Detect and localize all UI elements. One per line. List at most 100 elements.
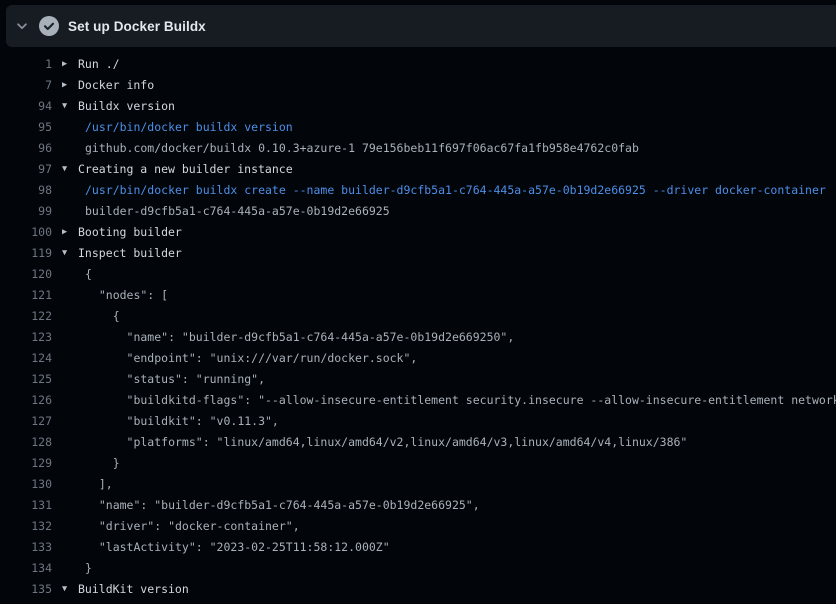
step-header[interactable]: Set up Docker Buildx [6,5,836,47]
arrow-spacer [62,201,78,222]
log-line-number[interactable]: 125 [0,369,52,390]
log-line-text: "name": "builder-d9cfb5a1-c764-445a-a57e… [78,495,836,516]
arrow-spacer [62,306,78,327]
log-row: 126 "buildkitd-flags": "--allow-insecure… [0,390,836,411]
group-expanded-icon[interactable]: ▼ [62,159,78,180]
log-group-row[interactable]: 135 ▼BuildKit version [0,579,836,600]
log-line-number[interactable]: 129 [0,453,52,474]
log-row: 98/usr/bin/docker buildx create --name b… [0,180,836,201]
log-row: 133 "lastActivity": "2023-02-25T11:58:12… [0,537,836,558]
log-row: 134} [0,558,836,579]
log-line-number[interactable]: 94 [0,96,52,117]
log-line-number[interactable]: 95 [0,117,52,138]
arrow-spacer [62,369,78,390]
log-line-text: Buildx version [78,96,836,117]
log-row: 124 "endpoint": "unix:///var/run/docker.… [0,348,836,369]
log-line-text: "buildkit": "v0.11.3", [78,411,836,432]
arrow-spacer [62,390,78,411]
log-line-text: "status": "running", [78,369,836,390]
log-lines: 1▶Run ./7▶Docker info94▼Buildx version95… [0,47,836,604]
arrow-spacer [62,453,78,474]
log-line-text: Inspect builder [78,243,836,264]
group-expanded-icon[interactable]: ▼ [62,96,78,117]
log-line-text: } [78,558,836,579]
log-row: 129 } [0,453,836,474]
log-line-number[interactable]: 123 [0,327,52,348]
log-row: 127 "buildkit": "v0.11.3", [0,411,836,432]
log-line-text: builder-d9cfb5a1-c764-445a-a57e-0b19d2e6… [78,201,836,222]
log-line-text: "driver": "docker-container", [78,516,836,537]
group-collapsed-icon[interactable]: ▶ [62,75,78,96]
log-line-number[interactable]: 135 [0,579,52,600]
group-collapsed-icon[interactable]: ▶ [62,54,78,75]
log-line-text: /usr/bin/docker buildx version [78,117,836,138]
log-line-text: Booting builder [78,222,836,243]
log-line-text: Creating a new builder instance [78,159,836,180]
log-group-row[interactable]: 7 ▶Docker info [0,75,836,96]
log-line-number[interactable]: 133 [0,537,52,558]
log-line-number[interactable]: 121 [0,285,52,306]
group-expanded-icon[interactable]: ▼ [62,579,78,600]
log-line-number[interactable]: 1 [0,54,52,75]
log-line-text: "nodes": [ [78,285,836,306]
log-row: 95/usr/bin/docker buildx version [0,117,836,138]
log-row: 99 builder-d9cfb5a1-c764-445a-a57e-0b19d2… [0,201,836,222]
log-row: 122 { [0,306,836,327]
log-line-number[interactable]: 134 [0,558,52,579]
log-line-number[interactable]: 130 [0,474,52,495]
log-line-text: "platforms": "linux/amd64,linux/amd64/v2… [78,432,836,453]
log-line-number[interactable]: 97 [0,159,52,180]
log-line-number[interactable]: 127 [0,411,52,432]
arrow-spacer [62,558,78,579]
log-line-number[interactable]: 132 [0,516,52,537]
arrow-spacer [62,138,78,159]
arrow-spacer [62,180,78,201]
log-group-row[interactable]: 1▶Run ./ [0,54,836,75]
log-line-text: "lastActivity": "2023-02-25T11:58:12.000… [78,537,836,558]
log-group-row[interactable]: 94 ▼Buildx version [0,96,836,117]
log-line-text: BuildKit version [78,579,836,600]
log-line-number[interactable]: 119 [0,243,52,264]
log-row: 125 "status": "running", [0,369,836,390]
group-collapsed-icon[interactable]: ▶ [62,222,78,243]
log-row: 96github.com/docker/buildx 0.10.3+azure-… [0,138,836,159]
log-line-text: } [78,453,836,474]
log-row: 132 "driver": "docker-container", [0,516,836,537]
check-circle-icon [39,16,59,36]
log-line-number[interactable]: 99 [0,201,52,222]
log-line-number[interactable]: 7 [0,75,52,96]
arrow-spacer [62,327,78,348]
log-line-number[interactable]: 100 [0,222,52,243]
log-line-text: "buildkitd-flags": "--allow-insecure-ent… [78,390,836,411]
log-line-number[interactable]: 136 [0,600,52,604]
log-group-row[interactable]: 100 ▶Booting builder [0,222,836,243]
log-line-text: ], [78,474,836,495]
log-line-number[interactable]: 126 [0,390,52,411]
log-line-number[interactable]: 124 [0,348,52,369]
log-line-number[interactable]: 120 [0,264,52,285]
log-line-number[interactable]: 98 [0,180,52,201]
log-line-number[interactable]: 122 [0,306,52,327]
log-row: 136builder-d9cfb5a1-c764-445a-a57e-0b19d… [0,600,836,604]
log-line-text: "endpoint": "unix:///var/run/docker.sock… [78,348,836,369]
arrow-spacer [62,117,78,138]
arrow-spacer [62,348,78,369]
log-group-row[interactable]: 97 ▼Creating a new builder instance [0,159,836,180]
log-row: 123 "name": "builder-d9cfb5a1-c764-445a-… [0,327,836,348]
log-line-text: "name": "builder-d9cfb5a1-c764-445a-a57e… [78,327,836,348]
log-line-text: /usr/bin/docker buildx create --name bui… [78,180,836,201]
chevron-down-icon[interactable] [14,18,30,34]
log-row: 121 "nodes": [ [0,285,836,306]
log-line-text: Docker info [78,75,836,96]
log-group-row[interactable]: 119 ▼Inspect builder [0,243,836,264]
log-row: 130 ], [0,474,836,495]
log-line-number[interactable]: 96 [0,138,52,159]
log-row: 120{ [0,264,836,285]
arrow-spacer [62,432,78,453]
log-row: 128 "platforms": "linux/amd64,linux/amd6… [0,432,836,453]
log-line-number[interactable]: 131 [0,495,52,516]
log-line-number[interactable]: 128 [0,432,52,453]
group-expanded-icon[interactable]: ▼ [62,243,78,264]
arrow-spacer [62,474,78,495]
arrow-spacer [62,285,78,306]
